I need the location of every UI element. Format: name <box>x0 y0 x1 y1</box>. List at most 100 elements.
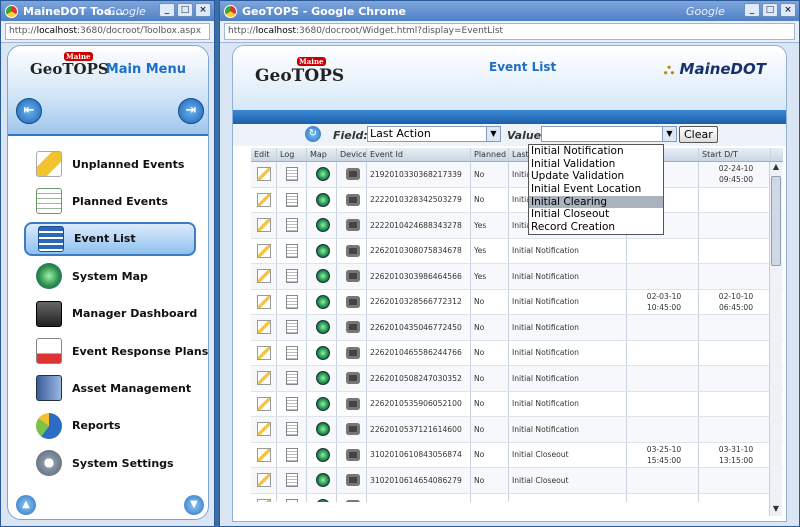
dropdown-option[interactable]: Initial Event Location <box>529 183 663 196</box>
edit-icon[interactable] <box>257 218 271 233</box>
dropdown-option[interactable]: Initial Closeout <box>529 208 663 221</box>
table-row[interactable]: 2262010508247030352 No Initial Notificatio… <box>251 366 783 392</box>
camera-icon[interactable] <box>346 295 360 308</box>
value-dropdown-list[interactable]: Initial Notification Initial Validation Up… <box>528 144 664 235</box>
dropdown-option[interactable]: Update Validation <box>529 170 663 183</box>
table-row[interactable]: 2262010303986464566 Yes Initial Notificati… <box>251 264 783 290</box>
vertical-scrollbar[interactable]: ▲ ▼ <box>769 162 782 516</box>
log-icon[interactable] <box>286 167 298 182</box>
map-globe-icon[interactable] <box>316 269 330 284</box>
edit-icon[interactable] <box>257 473 271 488</box>
table-row[interactable]: 2262010435046772450 No Initial Notificatio… <box>251 315 783 341</box>
minimize-icon[interactable]: _ <box>744 3 760 17</box>
left-address-bar[interactable]: http://localhost:3680/docroot/Toolbox.as… <box>5 23 210 40</box>
chevron-down-icon[interactable]: ▼ <box>486 127 500 141</box>
menu-item-planned-events[interactable]: Planned Events <box>24 184 196 218</box>
menu-item-system-map[interactable]: System Map <box>24 259 196 293</box>
log-icon[interactable] <box>286 498 298 502</box>
camera-icon[interactable] <box>346 499 360 502</box>
map-globe-icon[interactable] <box>316 422 330 437</box>
map-globe-icon[interactable] <box>316 473 330 488</box>
camera-icon[interactable] <box>346 193 360 206</box>
minimize-icon[interactable]: _ <box>159 3 175 17</box>
log-icon[interactable] <box>286 243 298 258</box>
log-icon[interactable] <box>286 192 298 207</box>
table-row[interactable]: 2192010330368217339 No Initial N 02-24-10 09… <box>251 162 783 188</box>
dropdown-option[interactable]: Initial Clearing <box>529 195 663 209</box>
scrollbar-thumb[interactable] <box>771 176 781 266</box>
map-globe-icon[interactable] <box>316 192 330 207</box>
scroll-down-icon[interactable]: ▼ <box>770 504 782 516</box>
table-row[interactable]: 2262010537121614600 No Initial Notificatio… <box>251 417 783 443</box>
camera-icon[interactable] <box>346 168 360 181</box>
map-globe-icon[interactable] <box>316 447 330 462</box>
camera-icon[interactable] <box>346 423 360 436</box>
menu-item-unplanned-events[interactable]: Unplanned Events <box>24 147 196 181</box>
scroll-up-icon[interactable]: ▲ <box>16 495 36 515</box>
dropdown-option[interactable]: Initial Validation <box>529 158 663 171</box>
camera-icon[interactable] <box>346 321 360 334</box>
log-icon[interactable] <box>286 473 298 488</box>
back-arrow-icon[interactable]: ⇤ <box>16 98 42 124</box>
menu-item-event-list[interactable]: Event List <box>24 221 196 256</box>
chevron-down-icon[interactable]: ▼ <box>662 127 676 141</box>
camera-icon[interactable] <box>346 397 360 410</box>
log-icon[interactable] <box>286 371 298 386</box>
field-select[interactable]: Last Action ▼ <box>367 126 501 142</box>
edit-icon[interactable] <box>257 371 271 386</box>
log-icon[interactable] <box>286 422 298 437</box>
log-icon[interactable] <box>286 447 298 462</box>
edit-icon[interactable] <box>257 498 271 502</box>
log-icon[interactable] <box>286 294 298 309</box>
close-icon[interactable]: × <box>195 3 211 17</box>
camera-icon[interactable] <box>346 270 360 283</box>
edit-icon[interactable] <box>257 396 271 411</box>
column-header[interactable]: Event Id <box>367 148 471 161</box>
scroll-down-icon[interactable]: ▼ <box>184 495 204 515</box>
camera-icon[interactable] <box>346 244 360 257</box>
dropdown-option[interactable]: Initial Notification <box>529 145 663 158</box>
menu-item-system-settings[interactable]: System Settings <box>24 446 196 480</box>
map-globe-icon[interactable] <box>316 294 330 309</box>
refresh-icon[interactable]: ↻ <box>305 126 321 142</box>
table-row[interactable]: 3102010614780491080NoInitial Closeout <box>251 493 783 502</box>
column-header[interactable]: Start D/T <box>699 148 771 161</box>
table-row[interactable]: 2262010308075834678 Yes Initial Notificati… <box>251 238 783 264</box>
edit-icon[interactable] <box>257 447 271 462</box>
forward-arrow-icon[interactable]: ⇥ <box>178 98 204 124</box>
maximize-icon[interactable]: □ <box>762 3 778 17</box>
column-header[interactable]: Log <box>277 148 307 161</box>
log-icon[interactable] <box>286 320 298 335</box>
edit-icon[interactable] <box>257 269 271 284</box>
edit-icon[interactable] <box>257 192 271 207</box>
scroll-up-icon[interactable]: ▲ <box>770 162 782 174</box>
value-select[interactable]: ▼ <box>541 126 677 142</box>
edit-icon[interactable] <box>257 320 271 335</box>
map-globe-icon[interactable] <box>316 371 330 386</box>
dropdown-option[interactable]: Record Creation <box>529 221 663 234</box>
edit-icon[interactable] <box>257 243 271 258</box>
camera-icon[interactable] <box>346 372 360 385</box>
map-globe-icon[interactable] <box>316 167 330 182</box>
clear-button[interactable]: Clear <box>679 126 718 143</box>
edit-icon[interactable] <box>257 345 271 360</box>
edit-icon[interactable] <box>257 422 271 437</box>
map-globe-icon[interactable] <box>316 320 330 335</box>
camera-icon[interactable] <box>346 219 360 232</box>
edit-icon[interactable] <box>257 294 271 309</box>
menu-item-asset-management[interactable]: Asset Management <box>24 371 196 405</box>
table-row[interactable]: 2262010465586244766 No Initial Notificatio… <box>251 340 783 366</box>
map-globe-icon[interactable] <box>316 396 330 411</box>
camera-icon[interactable] <box>346 448 360 461</box>
log-icon[interactable] <box>286 345 298 360</box>
map-globe-icon[interactable] <box>316 218 330 233</box>
table-row[interactable]: 2262010535906052100 No Initial Notificatio… <box>251 391 783 417</box>
column-header[interactable]: Planned <box>471 148 509 161</box>
map-globe-icon[interactable] <box>316 498 330 502</box>
map-globe-icon[interactable] <box>316 243 330 258</box>
edit-icon[interactable] <box>257 167 271 182</box>
close-icon[interactable]: × <box>780 3 796 17</box>
camera-icon[interactable] <box>346 346 360 359</box>
map-globe-icon[interactable] <box>316 345 330 360</box>
maximize-icon[interactable]: □ <box>177 3 193 17</box>
